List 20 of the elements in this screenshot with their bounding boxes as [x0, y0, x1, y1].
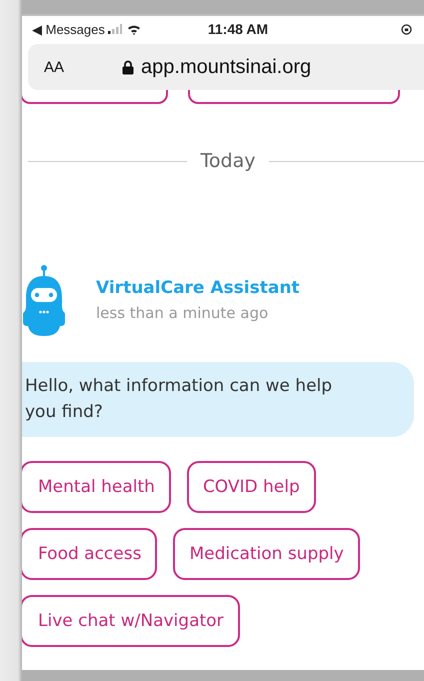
option-chip[interactable]: Live chat w/Navigator — [22, 595, 240, 647]
back-link[interactable]: ◀ Messages — [32, 22, 105, 36]
signal-icon — [108, 24, 122, 34]
chip-edge[interactable] — [22, 90, 168, 104]
wifi-icon — [126, 24, 141, 34]
chip-edge[interactable] — [188, 90, 400, 104]
lock-icon — [122, 60, 134, 74]
option-chip[interactable]: Medication supply — [173, 528, 360, 580]
address-bar[interactable]: AA app.mountsinai.org — [28, 44, 424, 90]
option-chip[interactable]: COVID help — [186, 461, 316, 513]
clock-time: 11:48 AM — [208, 21, 268, 37]
url-text: app.mountsinai.org — [141, 56, 312, 78]
sender-name: VirtualCare Assistant — [96, 278, 300, 298]
message-bubble: Hello, what information can we help you find? — [22, 362, 414, 437]
date-divider-label: Today — [200, 150, 256, 172]
text-size-button[interactable]: AA — [44, 58, 64, 76]
option-chip[interactable]: Food access — [22, 528, 158, 580]
rotation-lock-icon — [401, 24, 412, 34]
message-time: less than a minute ago — [96, 304, 270, 322]
option-chip[interactable]: Mental health — [22, 461, 171, 513]
